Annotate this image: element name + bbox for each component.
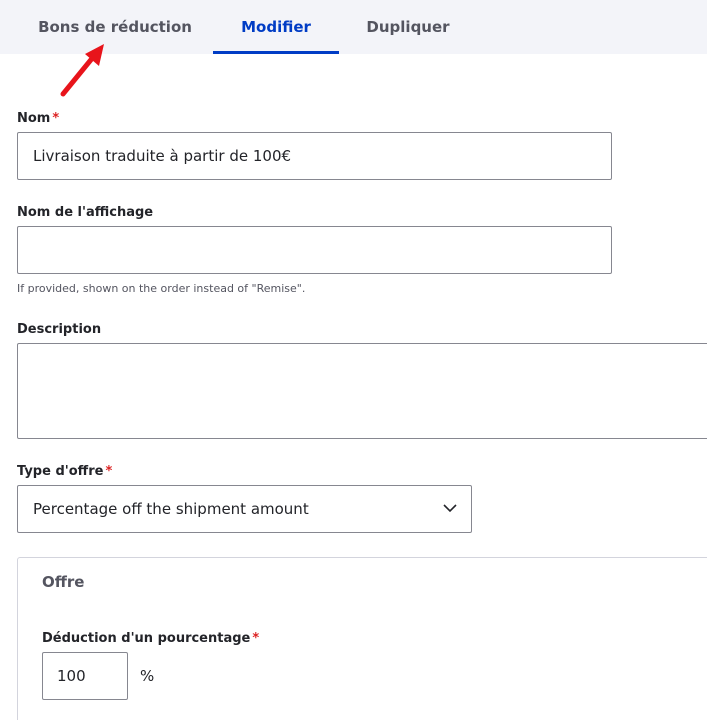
tab-dupliquer[interactable]: Dupliquer <box>352 0 464 54</box>
name-input[interactable]: Livraison traduite à partir de 100€ <box>17 132 612 180</box>
required-marker: * <box>52 111 60 126</box>
offer-type-label: Type d'offre * <box>17 464 113 479</box>
name-input-value: Livraison traduite à partir de 100€ <box>33 147 292 165</box>
red-arrow-icon <box>60 44 104 97</box>
percentage-label: Déduction d'un pourcentage * <box>42 631 260 646</box>
offer-fieldset: Offre Déduction d'un pourcentage * 100 % <box>17 557 707 720</box>
required-marker: * <box>105 464 113 479</box>
offer-legend: Offre <box>42 573 85 591</box>
display-name-input[interactable] <box>17 226 612 274</box>
percentage-value: 100 <box>57 667 86 685</box>
percentage-input[interactable]: 100 <box>42 652 128 700</box>
display-name-help: If provided, shown on the order instead … <box>17 282 306 295</box>
offer-type-selected: Percentage off the shipment amount <box>33 500 309 518</box>
percentage-suffix: % <box>140 667 155 685</box>
display-name-label: Nom de l'affichage <box>17 205 154 220</box>
required-marker: * <box>252 631 260 646</box>
description-label: Description <box>17 322 102 337</box>
description-textarea[interactable] <box>17 343 707 439</box>
tab-modifier[interactable]: Modifier <box>213 0 339 54</box>
chevron-down-icon <box>443 504 457 513</box>
offer-type-select[interactable]: Percentage off the shipment amount <box>17 485 472 533</box>
name-label: Nom * <box>17 111 60 126</box>
